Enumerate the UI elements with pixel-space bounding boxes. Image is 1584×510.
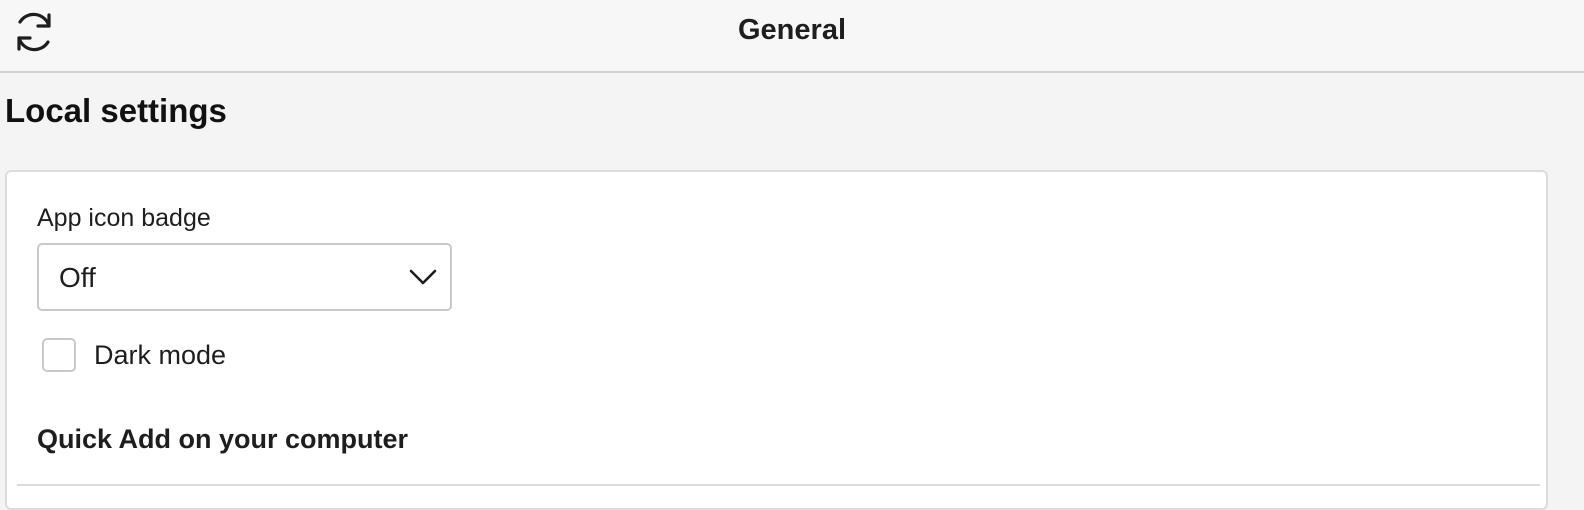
- divider: [17, 484, 1540, 486]
- dark-mode-label: Dark mode: [94, 340, 227, 370]
- section-title: Local settings: [5, 92, 227, 129]
- dark-mode-checkbox[interactable]: [42, 338, 76, 372]
- header-bar: General: [0, 0, 1584, 73]
- app-icon-badge-select[interactable]: Off: [37, 243, 452, 311]
- page-title: General: [738, 14, 846, 46]
- select-value: Off: [59, 262, 96, 293]
- quick-add-heading: Quick Add on your computer: [37, 424, 409, 454]
- app-icon-badge-label: App icon badge: [37, 204, 211, 232]
- chevron-down-icon: [409, 269, 437, 285]
- dark-mode-row[interactable]: Dark mode: [42, 337, 226, 373]
- settings-card: App icon badge Off Dark mode Quick Add o…: [5, 170, 1548, 510]
